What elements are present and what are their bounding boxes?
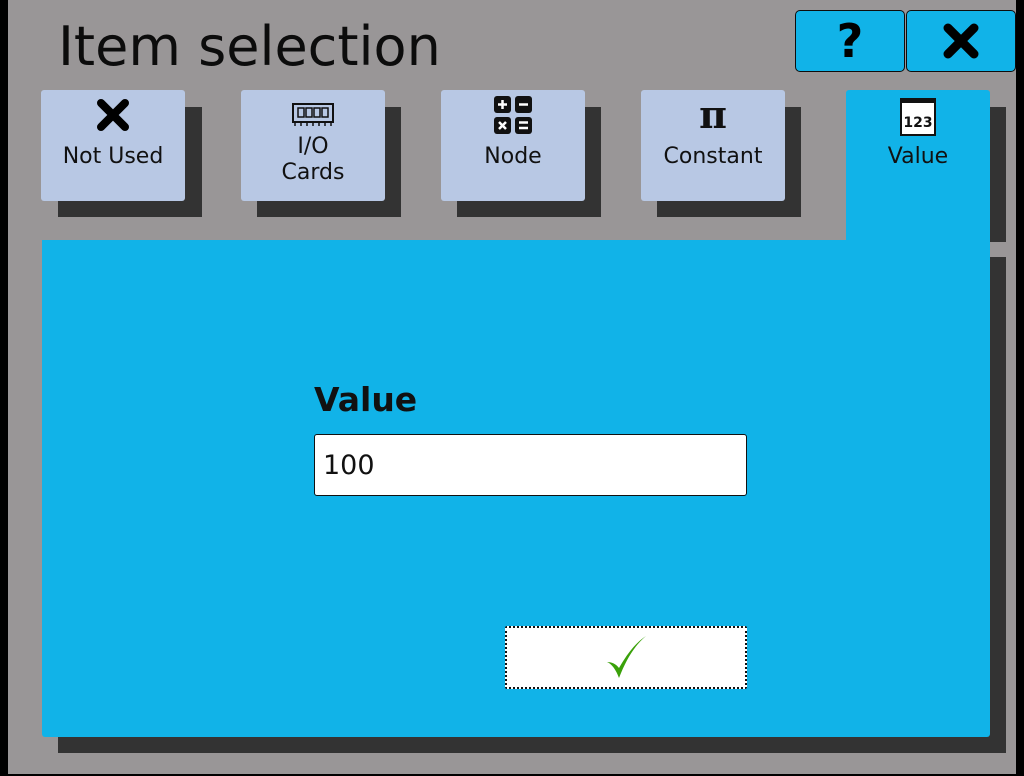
tab-constant[interactable]: π Constant: [641, 90, 785, 201]
calculator-ops-icon: [441, 94, 585, 136]
tab-not-used[interactable]: Not Used: [41, 90, 185, 201]
io-card-icon: [241, 94, 385, 136]
tab-label: Value: [887, 144, 949, 169]
x-icon: [41, 94, 185, 136]
tab-label: Node: [484, 144, 542, 169]
question-mark-icon: ?: [836, 14, 864, 68]
tab-label: I/O Cards: [241, 134, 385, 186]
pi-icon: π: [641, 94, 785, 136]
close-button[interactable]: [906, 10, 1016, 72]
tab-label-line2: Cards: [281, 160, 345, 185]
tab-value[interactable]: 123 Value: [846, 90, 990, 250]
checkmark-icon: [607, 635, 646, 678]
value-label: Value: [314, 380, 418, 419]
tab-label: Constant: [663, 144, 763, 169]
close-icon: [943, 23, 979, 59]
tab-io-cards[interactable]: I/O Cards: [241, 90, 385, 201]
tab-label: Not Used: [62, 144, 164, 169]
value-input[interactable]: [314, 434, 747, 496]
help-button[interactable]: ?: [795, 10, 905, 72]
confirm-button[interactable]: [505, 626, 747, 689]
number-123-text: 123: [903, 115, 933, 131]
tab-label-line1: I/O: [297, 134, 329, 159]
pi-symbol: π: [699, 92, 727, 137]
tab-node[interactable]: Node: [441, 90, 585, 201]
tab-shadow: [990, 107, 1006, 242]
page-title: Item selection: [58, 15, 441, 78]
number-123-icon: 123: [846, 94, 990, 136]
